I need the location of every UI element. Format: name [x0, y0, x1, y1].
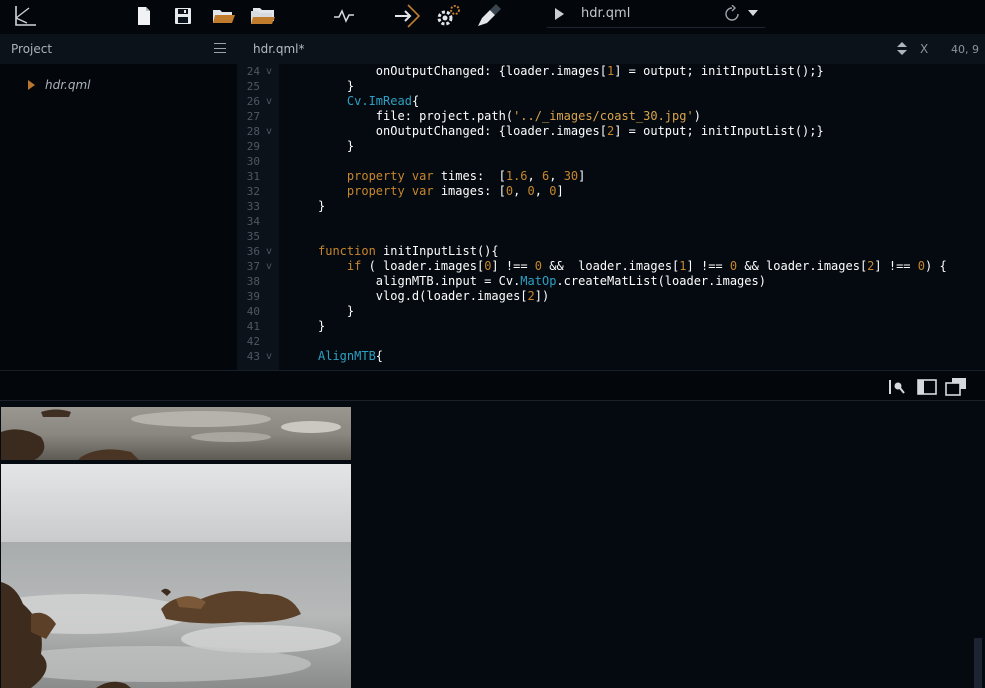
code-text: if ( loader.images[0] !== 0 && loader.im…: [346, 259, 947, 273]
fold-marker-icon[interactable]: v: [266, 349, 272, 364]
code-text: onOutputChanged: {loader.images[1] = out…: [318, 64, 824, 78]
editor-tab-hdr[interactable]: hdr.qml*: [253, 42, 305, 56]
line-number: 33: [246, 200, 260, 213]
code-text: property var images: [0, 0, 0]: [346, 184, 564, 198]
main-toolbar: hdr.qml: [0, 0, 985, 34]
plugin-icon[interactable]: [474, 3, 502, 29]
code-area[interactable]: 24 v onOutputChanged: {loader.images[1] =…: [237, 64, 985, 370]
new-file-icon[interactable]: [133, 3, 155, 29]
line-number: 37: [246, 260, 260, 273]
line-number: 43: [246, 350, 260, 363]
save-icon[interactable]: [172, 3, 194, 29]
build-icon[interactable]: [393, 3, 421, 29]
code-line[interactable]: 30: [237, 154, 985, 169]
menu-icon[interactable]: [214, 43, 226, 53]
fold-marker-icon[interactable]: v: [266, 64, 272, 79]
logo-icon: [12, 3, 40, 29]
code-text: vlog.d(loader.images[2]): [318, 289, 550, 303]
fold-marker-icon[interactable]: v: [266, 259, 272, 274]
close-tab-button[interactable]: X: [920, 42, 928, 56]
line-number: 38: [246, 275, 260, 288]
fold-marker-icon[interactable]: v: [266, 94, 272, 109]
line-number: 26: [246, 95, 260, 108]
project-header: Project: [0, 34, 237, 64]
image-preview-aligned: [1, 407, 351, 462]
refresh-icon[interactable]: [723, 4, 741, 27]
code-line[interactable]: 24 v onOutputChanged: {loader.images[1] =…: [237, 64, 985, 79]
code-line[interactable]: 43 v AlignMTB{: [237, 349, 985, 364]
run-target-label: hdr.qml: [581, 6, 631, 21]
code-editor: hdr.qml* X 40, 9 24 v onOutputChanged: {l…: [237, 34, 985, 370]
line-number: 25: [246, 80, 260, 93]
code-line[interactable]: 39 vlog.d(loader.images[2]): [237, 289, 985, 304]
multi-window-icon[interactable]: [945, 377, 967, 401]
code-line[interactable]: 35: [237, 229, 985, 244]
line-number: 29: [246, 140, 260, 153]
line-number: 39: [246, 290, 260, 303]
code-line[interactable]: 26 v Cv.ImRead{: [237, 94, 985, 109]
code-line[interactable]: 37 v if ( loader.images[0] !== 0 && loade…: [237, 259, 985, 274]
code-text: }: [318, 139, 355, 153]
code-text: Cv.ImRead{: [346, 94, 420, 108]
code-line[interactable]: 25 }: [237, 79, 985, 94]
code-text: }: [318, 304, 355, 318]
code-line[interactable]: 36 v function initInputList(){: [237, 244, 985, 259]
code-line[interactable]: 27 file: project.path('../_images/coast_…: [237, 109, 985, 124]
line-number: 36: [246, 245, 260, 258]
line-number: 24: [246, 65, 260, 78]
line-number: 35: [246, 230, 260, 243]
open-folder-icon[interactable]: [211, 3, 237, 29]
log-icon[interactable]: [332, 3, 356, 29]
line-number: 31: [246, 170, 260, 183]
code-line[interactable]: 29 }: [237, 139, 985, 154]
viewer-scrollbar[interactable]: [974, 638, 982, 688]
line-number: 41: [246, 320, 260, 333]
code-line[interactable]: 33}: [237, 199, 985, 214]
code-line[interactable]: 31 property var times: [1.6, 6, 30]: [237, 169, 985, 184]
code-line[interactable]: 28 v onOutputChanged: {loader.images[2] =…: [237, 124, 985, 139]
code-text: function initInputList(){: [318, 244, 499, 258]
expand-arrow-icon[interactable]: [28, 80, 35, 90]
open-project-icon[interactable]: [249, 3, 277, 29]
code-line[interactable]: 38 alignMTB.input = Cv.MatOp.createMatLi…: [237, 274, 985, 289]
code-line[interactable]: 41}: [237, 319, 985, 334]
line-number: 34: [246, 215, 260, 228]
fold-marker-icon[interactable]: v: [266, 124, 272, 139]
code-text: property var times: [1.6, 6, 30]: [346, 169, 586, 183]
project-panel: Project hdr.qml: [0, 34, 237, 370]
line-number: 32: [246, 185, 260, 198]
code-line[interactable]: 42: [237, 334, 985, 349]
image-viewer: [0, 401, 985, 688]
code-text: onOutputChanged: {loader.images[2] = out…: [318, 124, 824, 138]
viewer-toolbar: [0, 370, 985, 401]
panel-toggle-icon[interactable]: [917, 379, 937, 399]
code-text: }: [318, 319, 326, 333]
code-text: alignMTB.input = Cv.MatOp.createMatList(…: [318, 274, 766, 288]
inspect-icon[interactable]: [888, 379, 906, 399]
code-text: file: project.path('../_images/coast_30.…: [318, 109, 701, 123]
switch-file-icon[interactable]: [897, 42, 907, 56]
code-line[interactable]: 32 property var images: [0, 0, 0]: [237, 184, 985, 199]
line-number: 28: [246, 125, 260, 138]
settings-icon[interactable]: [433, 3, 463, 29]
line-number: 42: [246, 335, 260, 348]
code-line[interactable]: 34: [237, 214, 985, 229]
code-text: }: [318, 199, 326, 213]
chevron-down-icon[interactable]: [748, 10, 758, 16]
image-preview-main: [1, 464, 351, 688]
line-number: 40: [246, 305, 260, 318]
run-target-selector[interactable]: hdr.qml: [547, 2, 765, 28]
project-file-item[interactable]: hdr.qml: [28, 78, 91, 92]
code-text: AlignMTB{: [318, 349, 384, 363]
editor-tab-bar: hdr.qml* X 40, 9: [237, 34, 985, 64]
code-line[interactable]: 40 }: [237, 304, 985, 319]
project-file-label: hdr.qml: [45, 78, 91, 92]
code-text: }: [318, 79, 355, 93]
fold-marker-icon[interactable]: v: [266, 244, 272, 259]
line-number: 27: [246, 110, 260, 123]
play-icon[interactable]: [555, 8, 564, 20]
project-title: Project: [11, 42, 53, 56]
line-number: 30: [246, 155, 260, 168]
cursor-position: 40, 9: [951, 43, 979, 56]
